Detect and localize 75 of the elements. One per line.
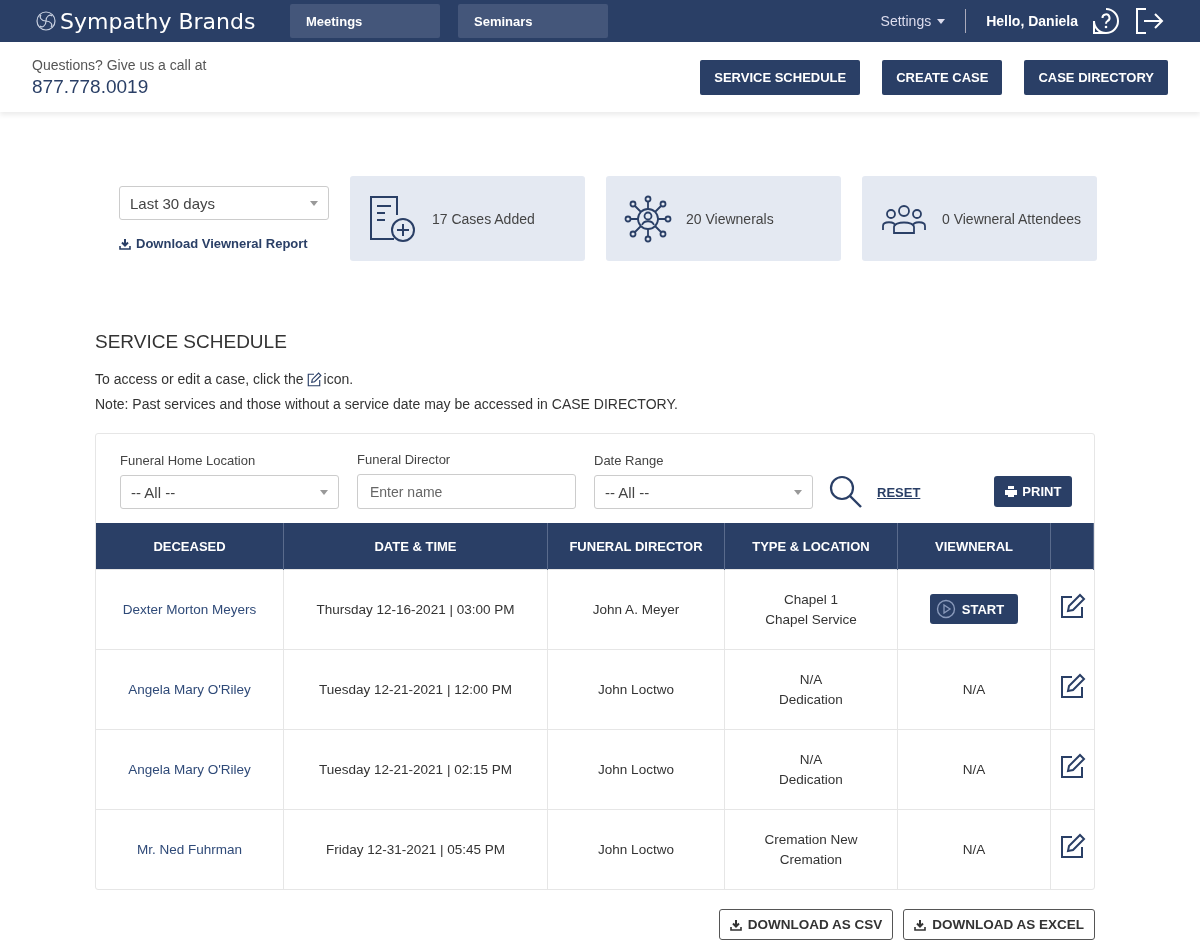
caret-down-icon bbox=[794, 489, 802, 495]
brand-name: Sympathy Brands bbox=[60, 8, 256, 34]
table-cell: John A. Meyer bbox=[592, 601, 680, 617]
edit-icon[interactable] bbox=[1058, 752, 1087, 781]
help-icon[interactable] bbox=[1092, 7, 1120, 35]
deceased-link[interactable]: Angela Mary O'Riley bbox=[128, 681, 251, 697]
download-icon bbox=[914, 918, 927, 931]
edit-icon[interactable] bbox=[1058, 672, 1087, 701]
table-cell: Tuesday 12-21-2021 | 02:15 PM bbox=[319, 761, 512, 777]
table-cell: N/A bbox=[962, 761, 986, 777]
settings-menu[interactable]: Settings bbox=[880, 13, 946, 29]
field-label: Funeral Director bbox=[357, 452, 452, 467]
field-label: Date Range bbox=[594, 453, 665, 468]
field-label: Funeral Home Location bbox=[120, 453, 257, 468]
nav-tab[interactable]: Meetings bbox=[290, 4, 440, 38]
logout-icon[interactable] bbox=[1134, 7, 1164, 35]
date-range-dropdown[interactable]: -- All -- bbox=[594, 475, 813, 509]
printer-icon bbox=[1005, 486, 1018, 497]
deceased-link[interactable]: Dexter Morton Meyers bbox=[122, 601, 257, 617]
group-icon bbox=[880, 202, 928, 235]
column-header: FUNERAL DIRECTOR bbox=[547, 523, 725, 570]
download-button[interactable]: DOWNLOAD AS CSV bbox=[718, 909, 894, 940]
print-button[interactable]: PRINT bbox=[994, 476, 1073, 507]
table-cell-text: N/A Dedication bbox=[778, 670, 844, 709]
hint-text: To access or edit a case, click the bbox=[95, 370, 304, 389]
caret-down-icon bbox=[320, 489, 328, 495]
search-icon[interactable] bbox=[829, 475, 863, 509]
stat-label: 17 Cases Added bbox=[432, 210, 535, 227]
flower-logo-icon bbox=[36, 11, 56, 31]
greeting: Hello, Daniela bbox=[986, 13, 1078, 29]
deceased-link[interactable]: Angela Mary O'Riley bbox=[128, 761, 251, 777]
table-cell: Tuesday 12-21-2021 | 12:00 PM bbox=[319, 681, 512, 697]
section-title: SERVICE SCHEDULE bbox=[95, 331, 288, 353]
column-header: TYPE & LOCATION bbox=[724, 523, 898, 570]
download-icon bbox=[729, 918, 742, 931]
table-cell: John Loctwo bbox=[598, 761, 674, 777]
nav-button[interactable]: SERVICE SCHEDULE bbox=[700, 59, 861, 95]
table-cell-text: N/A Dedication bbox=[778, 750, 844, 789]
deceased-link[interactable]: Mr. Ned Fuhrman bbox=[136, 841, 242, 857]
caret-down-icon bbox=[310, 200, 318, 206]
nav-tab[interactable]: Seminars bbox=[458, 4, 608, 38]
phone-number: 877.778.0019 bbox=[32, 75, 150, 98]
column-header: DATE & TIME bbox=[283, 523, 548, 570]
reset-link[interactable]: RESET bbox=[877, 485, 921, 500]
edit-icon[interactable] bbox=[305, 371, 322, 388]
table-cell: Friday 12-31-2021 | 05:45 PM bbox=[325, 841, 506, 857]
stat-label: 20 Viewnerals bbox=[686, 210, 774, 227]
column-header: VIEWNERAL bbox=[897, 523, 1051, 570]
hint-text: icon. bbox=[323, 370, 354, 389]
director-input[interactable]: Enter name bbox=[357, 474, 576, 509]
table-cell: John Loctwo bbox=[598, 841, 674, 857]
table-cell: N/A bbox=[962, 841, 986, 857]
table-cell-text: Chapel 1 Chapel Service bbox=[764, 590, 858, 629]
network-person-icon bbox=[624, 194, 672, 243]
table-cell: Thursday 12-16-2021 | 03:00 PM bbox=[316, 601, 515, 617]
table-cell: N/A bbox=[962, 681, 986, 697]
stat-label: 0 Viewneral Attendees bbox=[942, 210, 1082, 227]
note-text: Note: Past services and those without a service date may be accessed in CASE DIRECTORY. bbox=[95, 395, 679, 414]
document-plus-icon bbox=[368, 194, 418, 243]
location-dropdown[interactable]: -- All -- bbox=[120, 475, 339, 509]
period-dropdown[interactable]: Last 30 days bbox=[119, 186, 329, 220]
column-header: DECEASED bbox=[96, 523, 284, 570]
download-button[interactable]: DOWNLOAD AS EXCEL bbox=[903, 909, 1095, 940]
nav-button[interactable]: CREATE CASE bbox=[882, 59, 1003, 95]
table-cell: John Loctwo bbox=[598, 681, 674, 697]
play-icon bbox=[935, 599, 956, 619]
download-report-link[interactable]: Download Viewneral Report bbox=[119, 236, 329, 251]
caret-down-icon bbox=[937, 18, 946, 24]
download-icon bbox=[119, 237, 131, 250]
nav-button[interactable]: CASE DIRECTORY bbox=[1024, 59, 1168, 95]
edit-icon[interactable] bbox=[1058, 592, 1087, 621]
contact-prompt: Questions? Give us a call at bbox=[32, 56, 207, 73]
table-cell-text: Cremation New Cremation bbox=[763, 830, 859, 869]
edit-icon[interactable] bbox=[1058, 832, 1087, 861]
start-button[interactable]: START bbox=[929, 594, 1019, 624]
